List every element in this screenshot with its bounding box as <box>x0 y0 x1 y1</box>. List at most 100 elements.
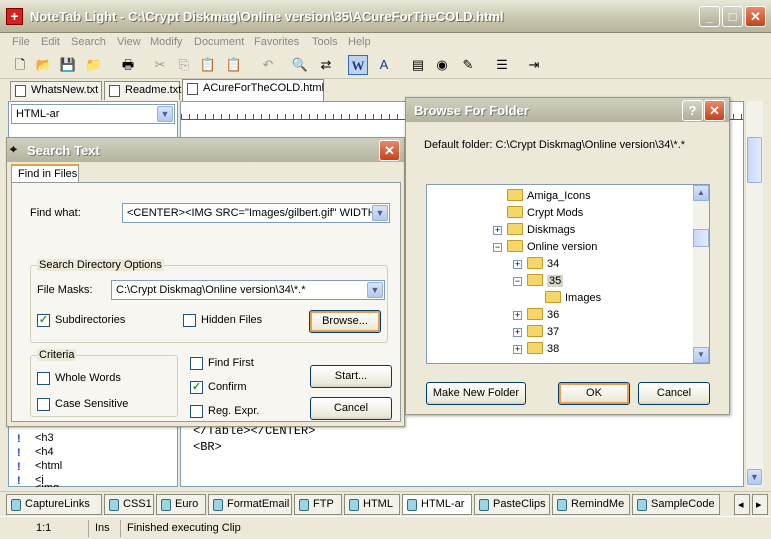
word-wrap-icon[interactable]: W <box>348 55 368 75</box>
cliptab-remindme[interactable]: RemindMe <box>552 494 630 515</box>
tree-node-diskmags[interactable]: Diskmags <box>507 223 575 240</box>
ok-button[interactable]: OK <box>558 382 630 405</box>
tab-acureforthecold[interactable]: ACureForTheCOLD.html <box>182 79 324 101</box>
chevron-down-icon[interactable]: ▼ <box>367 282 383 298</box>
cliptab-euro[interactable]: Euro <box>156 494 206 515</box>
scroll-up-icon[interactable]: ▲ <box>693 185 709 201</box>
subdirectories-checkbox[interactable]: ✓ <box>37 314 50 327</box>
file-masks-input[interactable]: C:\Crypt Diskmag\Online version\34\*.* ▼ <box>111 280 385 300</box>
tab-readme[interactable]: Readme.txt <box>104 81 181 100</box>
exit-icon[interactable]: ⇥ <box>524 55 544 75</box>
find-first-checkbox[interactable] <box>190 357 203 370</box>
scroll-thumb[interactable] <box>747 137 762 183</box>
cliptab-css1[interactable]: CSS1 <box>104 494 154 515</box>
open-folder-icon[interactable]: 📂 <box>34 55 54 75</box>
clip-item[interactable]: <h3 <box>35 432 54 444</box>
cliptab-capturelinks[interactable]: CaptureLinks <box>6 494 102 515</box>
tree-node-amiga-icons[interactable]: Amiga_Icons <box>507 189 591 206</box>
find-what-input[interactable]: <CENTER><IMG SRC="Images/gilbert.gif" WI… <box>122 203 390 223</box>
scroll-right-icon[interactable]: ▸ <box>752 494 768 515</box>
menu-help[interactable]: Help <box>348 36 371 48</box>
tree-node-34[interactable]: 34 <box>527 257 559 274</box>
expand-icon[interactable]: + <box>513 328 522 337</box>
chevron-down-icon[interactable]: ▼ <box>372 205 388 221</box>
chevron-down-icon[interactable]: ▼ <box>157 106 173 122</box>
replace-icon[interactable]: ⇄ <box>316 55 336 75</box>
collapse-icon[interactable]: − <box>493 243 502 252</box>
start-button[interactable]: Start... <box>310 365 392 388</box>
close-button[interactable]: ✕ <box>745 6 766 27</box>
expand-icon[interactable]: + <box>513 260 522 269</box>
tree-scrollbar[interactable]: ▲ ▼ <box>693 185 709 363</box>
tree-node-37[interactable]: 37 <box>527 325 559 342</box>
tree-node-online-version[interactable]: Online version <box>507 240 597 257</box>
cliptab-samplecode[interactable]: SampleCode <box>632 494 720 515</box>
tree-node-images[interactable]: Images <box>545 291 601 308</box>
menu-modify[interactable]: Modify <box>150 36 182 48</box>
tree-node-35[interactable]: 35 <box>527 274 564 291</box>
tab-find-in-files[interactable]: Find in Files <box>11 164 79 183</box>
clipbook-icon[interactable]: ▤ <box>408 55 428 75</box>
print-icon[interactable]: 🖶 <box>118 55 138 75</box>
library-select[interactable]: HTML-ar ▼ <box>11 104 175 124</box>
help-button[interactable]: ? <box>682 100 703 121</box>
tree-node-36[interactable]: 36 <box>527 308 559 325</box>
browse-button[interactable]: Browse... <box>309 310 381 333</box>
scroll-left-icon[interactable]: ◂ <box>734 494 750 515</box>
app-icon[interactable]: + <box>6 8 23 25</box>
paste-icon[interactable]: 📋 <box>198 55 218 75</box>
confirm-checkbox[interactable]: ✓ <box>190 381 203 394</box>
menu-search[interactable]: Search <box>71 36 106 48</box>
clip-item[interactable]: <img <box>35 482 59 487</box>
browse-dialog-close-button[interactable]: ✕ <box>704 100 725 121</box>
paint-icon[interactable]: ✎ <box>458 55 478 75</box>
search-dialog-close-button[interactable]: ✕ <box>379 140 400 161</box>
clip-item[interactable]: <html <box>35 460 62 472</box>
cut-icon[interactable]: ✂ <box>150 55 170 75</box>
expand-icon[interactable]: + <box>513 311 522 320</box>
cancel-button[interactable]: Cancel <box>310 397 392 420</box>
node-label: 35 <box>547 275 564 287</box>
scroll-thumb[interactable] <box>693 229 709 247</box>
save-icon[interactable]: 💾 <box>58 55 78 75</box>
outline-icon[interactable]: ☰ <box>492 55 512 75</box>
menu-tools[interactable]: Tools <box>312 36 338 48</box>
undo-icon[interactable]: ↶ <box>258 55 278 75</box>
editor-scrollbar[interactable]: ▼ <box>745 101 763 487</box>
new-file-icon[interactable]: 🗋 <box>10 55 30 75</box>
cliptab-ftp[interactable]: FTP <box>294 494 342 515</box>
cliptab-html[interactable]: HTML <box>344 494 400 515</box>
scroll-down-icon[interactable]: ▼ <box>747 469 762 485</box>
tab-whatsnew[interactable]: WhatsNew.txt <box>10 81 102 100</box>
browser-view-icon[interactable]: ◉ <box>432 55 452 75</box>
whole-words-checkbox[interactable] <box>37 372 50 385</box>
collapse-icon[interactable]: − <box>513 277 522 286</box>
paste-special-icon[interactable]: 📋 <box>224 55 244 75</box>
menu-document[interactable]: Document <box>194 36 244 48</box>
clip-item[interactable]: <h4 <box>35 446 54 458</box>
expand-icon[interactable]: + <box>493 226 502 235</box>
tree-node-crypt-mods[interactable]: Crypt Mods <box>507 206 583 223</box>
folder-tree[interactable]: Amiga_Icons Crypt Mods + Diskmags − Onli… <box>426 184 710 364</box>
cliptab-html-ar[interactable]: HTML-ar <box>402 494 472 515</box>
spell-check-icon[interactable]: A <box>374 55 394 75</box>
scroll-down-icon[interactable]: ▼ <box>693 347 709 363</box>
regex-checkbox[interactable] <box>190 405 203 418</box>
make-new-folder-button[interactable]: Make New Folder <box>426 382 526 405</box>
menu-view[interactable]: View <box>117 36 141 48</box>
browse-cancel-button[interactable]: Cancel <box>638 382 710 405</box>
tree-node-38[interactable]: 38 <box>527 342 559 359</box>
copy-icon[interactable]: ⎘ <box>174 55 194 75</box>
cliptab-pasteclips[interactable]: PasteClips <box>474 494 550 515</box>
find-icon[interactable]: 🔍 <box>290 55 310 75</box>
expand-icon[interactable]: + <box>513 345 522 354</box>
maximize-button[interactable]: □ <box>722 6 743 27</box>
menu-favorites[interactable]: Favorites <box>254 36 299 48</box>
minimize-button[interactable]: _ <box>699 6 720 27</box>
cliptab-formatemail[interactable]: FormatEmail <box>208 494 292 515</box>
menu-file[interactable]: File <box>12 36 30 48</box>
menu-edit[interactable]: Edit <box>41 36 60 48</box>
hidden-files-checkbox[interactable] <box>183 314 196 327</box>
open-favorites-icon[interactable]: 📁 <box>84 55 104 75</box>
case-sensitive-checkbox[interactable] <box>37 398 50 411</box>
